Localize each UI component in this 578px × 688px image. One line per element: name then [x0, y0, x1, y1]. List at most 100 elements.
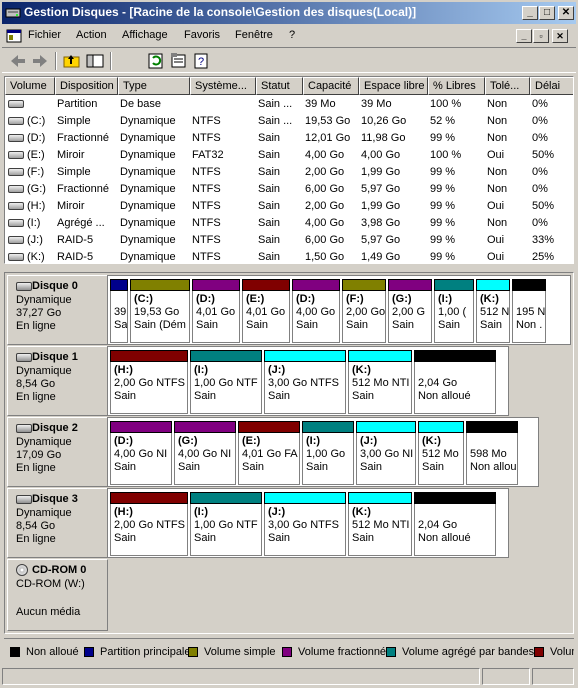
column-header-fault-tolerance[interactable]: Tolé...	[485, 77, 530, 95]
minimize-button[interactable]: _	[522, 6, 538, 20]
cell-layout: Miroir	[57, 149, 85, 161]
disk-type: Dynamique	[16, 365, 72, 377]
volume-row[interactable]: (J:) RAID-5 Dynamique NTFS Sain 6,00 Go 5,97 G…	[5, 232, 573, 249]
mdi-close-button[interactable]: ✕	[552, 29, 568, 43]
column-header-percent-free[interactable]: % Libres	[428, 77, 485, 95]
partition-block[interactable]: (I:) 1,00 Go NTF Sain	[190, 492, 262, 556]
disk-type: Dynamique	[16, 294, 72, 306]
close-button[interactable]: ✕	[558, 6, 574, 20]
partition-block[interactable]: 39 Sa	[110, 279, 128, 343]
disk-label-0[interactable]: Disque 0 Dynamique 37,27 Go En ligne	[7, 275, 108, 345]
partition-color-bar	[348, 492, 412, 504]
partition-block[interactable]: (F:) 2,00 Go Sain	[342, 279, 386, 343]
partition-block[interactable]: (I:) 1,00 Go Sain	[302, 421, 354, 485]
partition-size: 2,00 Go NTFS	[114, 519, 185, 531]
partition-block[interactable]: (J:) 3,00 Go NI Sain	[356, 421, 416, 485]
partition-size: 1,00 Go NTF	[194, 519, 258, 531]
partition-block[interactable]: (D:) 4,01 Go Sain	[192, 279, 240, 343]
unallocated-region[interactable]: 598 Mo Non allou	[466, 421, 518, 485]
partition-block[interactable]: (E:) 4,01 Go FA Sain	[238, 421, 300, 485]
cell-overhead: 0%	[532, 115, 548, 127]
properties-icon[interactable]	[169, 52, 189, 70]
forward-icon[interactable]	[30, 52, 50, 70]
unallocated-region[interactable]: 2,04 Go Non alloué	[414, 492, 496, 556]
column-header-status[interactable]: Statut	[256, 77, 303, 95]
up-folder-icon[interactable]	[62, 52, 82, 70]
partition-block[interactable]: (I:) 1,00 (Sain	[434, 279, 474, 343]
refresh-icon[interactable]	[146, 52, 166, 70]
help-icon[interactable]: ?	[192, 52, 212, 70]
console-window-icon[interactable]	[6, 28, 22, 44]
status-pane	[482, 668, 530, 685]
menu-help[interactable]: ?	[289, 29, 295, 41]
disk-management-app-icon	[5, 8, 21, 18]
column-header-filesystem[interactable]: Système...	[190, 77, 256, 95]
volume-row[interactable]: (K:) RAID-5 Dynamique NTFS Sain 1,50 Go 1,49 G…	[5, 249, 573, 263]
legend-label: Volume fractionné	[298, 646, 387, 658]
volume-row[interactable]: Partition De base Sain ... 39 Mo 39 Mo 100 % N…	[5, 96, 573, 113]
volume-row[interactable]: (F:) Simple Dynamique NTFS Sain 2,00 Go 1,99 G…	[5, 164, 573, 181]
partition-block[interactable]: (J:) 3,00 Go NTFS Sain	[264, 350, 346, 414]
volume-row[interactable]: (D:) Fractionné Dynamique NTFS Sain 12,01 Go 1…	[5, 130, 573, 147]
partition-color-bar	[292, 279, 340, 291]
menu-action[interactable]: Action	[76, 29, 107, 41]
disk-label-3[interactable]: Disque 3 Dynamique 8,54 Go En ligne	[7, 488, 108, 558]
column-header-overhead[interactable]: Délai	[530, 77, 573, 95]
unallocated-region[interactable]: 2,04 Go Non alloué	[414, 350, 496, 414]
cell-layout: Simple	[57, 115, 91, 127]
partition-info: (K:) 512 Mo NTI Sain	[348, 504, 412, 556]
partition-block[interactable]: (G:) 4,00 Go NI Sain	[174, 421, 236, 485]
menu-favoris[interactable]: Favoris	[184, 29, 220, 41]
partition-color-bar	[348, 350, 412, 362]
unallocated-region[interactable]: 195 N Non .	[512, 279, 546, 343]
disk-label-1[interactable]: Disque 1 Dynamique 8,54 Go En ligne	[7, 346, 108, 416]
partition-info: (I:) 1,00 Go NTF Sain	[190, 504, 262, 556]
disk-size: 8,54 Go	[16, 378, 56, 390]
cell-capacity: 1,50 Go	[305, 251, 345, 263]
mdi-restore-button[interactable]: ▫	[533, 29, 549, 43]
maximize-button[interactable]: □	[539, 6, 555, 20]
menu-fichier[interactable]: Fichier	[28, 29, 61, 41]
partition-block[interactable]: (K:) 512 Mo Sain	[418, 421, 464, 485]
partition-size: 4,01 Go FA	[242, 448, 298, 460]
menu-affichage[interactable]: Affichage	[122, 29, 168, 41]
partition-block[interactable]: (H:) 2,00 Go NTFS Sain	[110, 350, 188, 414]
partition-block[interactable]: (K:) 512 N Sain	[476, 279, 510, 343]
partition-block[interactable]: (J:) 3,00 Go NTFS Sain	[264, 492, 346, 556]
pane-splitter[interactable]	[4, 266, 574, 270]
cell-percent-free: 99 %	[430, 166, 456, 178]
show-hide-tree-icon[interactable]	[85, 52, 105, 70]
partition-drive-label: (D:)	[296, 293, 315, 305]
volume-row[interactable]: (I:) Agrégé ... Dynamique NTFS Sain 4,00 Go 3,…	[5, 215, 573, 232]
volume-row[interactable]: (C:) Simple Dynamique NTFS Sain ... 19,53 Go 1…	[5, 113, 573, 130]
column-header-disposition[interactable]: Disposition	[55, 77, 118, 95]
column-header-type[interactable]: Type	[118, 77, 190, 95]
column-header-free-space[interactable]: Espace libre	[359, 77, 428, 95]
partition-color-bar	[512, 279, 546, 291]
cdrom-empty-area[interactable]	[107, 559, 571, 631]
menu-fenetre[interactable]: Fenêtre	[235, 29, 273, 41]
volume-row[interactable]: (H:) Miroir Dynamique NTFS Sain 2,00 Go 1,99 G…	[5, 198, 573, 215]
disk-label-2[interactable]: Disque 2 Dynamique 17,09 Go En ligne	[7, 417, 108, 487]
partition-status: Non alloué	[418, 390, 471, 402]
column-header-capacity[interactable]: Capacité	[303, 77, 359, 95]
disk-state: Aucun média	[16, 606, 81, 618]
volume-row[interactable]: (E:) Miroir Dynamique FAT32 Sain 4,00 Go 4,00 …	[5, 147, 573, 164]
cell-capacity: 4,00 Go	[305, 217, 345, 229]
column-header-volume[interactable]: Volume	[5, 77, 55, 95]
partition-block[interactable]: (C:) 19,53 Go Sain (Dém	[130, 279, 190, 343]
partition-block[interactable]: (G:) 2,00 G Sain	[388, 279, 432, 343]
partition-block[interactable]: (I:) 1,00 Go NTF Sain	[190, 350, 262, 414]
volume-icon	[8, 236, 24, 244]
partition-block[interactable]: (K:) 512 Mo NTI Sain	[348, 492, 412, 556]
partition-size: 512 Mo	[422, 448, 459, 460]
mdi-minimize-button[interactable]: _	[516, 29, 532, 43]
partition-block[interactable]: (E:) 4,01 Go Sain	[242, 279, 290, 343]
partition-block[interactable]: (H:) 2,00 Go NTFS Sain	[110, 492, 188, 556]
partition-block[interactable]: (D:) 4,00 Go Sain	[292, 279, 340, 343]
volume-row[interactable]: (G:) Fractionné Dynamique NTFS Sain 6,00 Go 5,…	[5, 181, 573, 198]
partition-block[interactable]: (D:) 4,00 Go NI Sain	[110, 421, 172, 485]
disk-label-4[interactable]: CD-ROM 0 CD-ROM (W:) Aucun média	[7, 559, 108, 631]
back-icon[interactable]	[8, 52, 28, 70]
partition-block[interactable]: (K:) 512 Mo NTI Sain	[348, 350, 412, 414]
